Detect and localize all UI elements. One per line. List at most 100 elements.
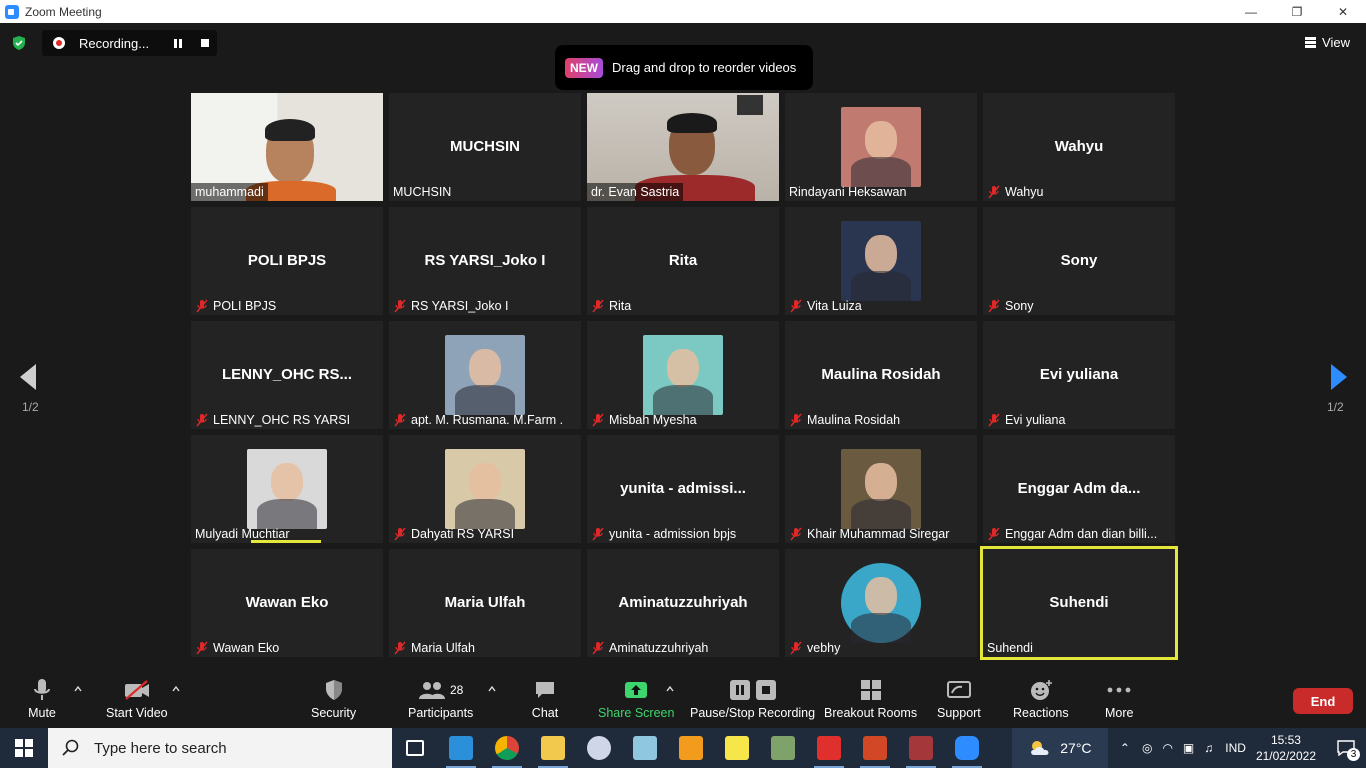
reactions-button[interactable]: Reactions [1013,678,1069,720]
taskbar-search-box[interactable]: Type here to search [48,728,392,768]
maximize-button[interactable]: ❐ [1274,0,1320,23]
network-icon[interactable]: ▣ [1183,741,1194,755]
mic-muted-icon [196,413,208,427]
weather-widget[interactable]: 27°C [1011,728,1108,768]
participant-tile[interactable]: RS YARSI_Joko I RS YARSI_Joko I [389,207,581,315]
wifi-icon[interactable]: ◠ [1162,741,1172,755]
snipping-tool-icon[interactable] [576,728,622,768]
participant-name: MUCHSIN [393,185,452,199]
pause-recording-icon[interactable] [174,39,182,48]
close-button[interactable]: ✕ [1320,0,1366,23]
mic-muted-icon [988,527,1000,541]
participant-name: Misbah Myesha [609,413,697,427]
video-camera-off-icon [124,680,149,700]
participant-tile[interactable]: apt. M. Rusmana. M.Farm . [389,321,581,429]
encryption-shield-icon[interactable] [11,35,27,51]
more-button[interactable]: More [1105,678,1133,720]
mute-button[interactable]: Mute [28,678,56,720]
notepad-icon[interactable] [622,728,668,768]
support-button[interactable]: Support [937,678,981,720]
participant-tile[interactable]: Sony Sony [983,207,1175,315]
tray-meet-icon[interactable]: ◎ [1142,741,1152,755]
profile-picture [841,563,921,643]
windows-taskbar: Type here to search 27°C ⌃ ◎ ◠ ▣ ♫ IND 1… [0,728,1366,768]
participant-name-label: Rita [587,297,635,315]
start-video-button[interactable]: Start Video [106,678,168,720]
mic-muted-icon [790,527,802,541]
mic-muted-icon [790,299,802,313]
participant-tile[interactable]: Rita Rita [587,207,779,315]
chrome-icon[interactable] [484,728,530,768]
system-tray: 27°C ⌃ ◎ ◠ ▣ ♫ IND 15:53 21/02/2022 3 [1011,728,1366,768]
participant-tile[interactable]: yunita - admissi... yunita - admission bp… [587,435,779,543]
participant-name-label: apt. M. Rusmana. M.Farm . [389,411,567,429]
participant-tile[interactable]: Misbah Myesha [587,321,779,429]
participants-icon [418,682,445,699]
participant-tile[interactable]: Enggar Adm da... Enggar Adm dan dian bill… [983,435,1175,543]
zoom-taskbar-icon[interactable] [944,728,990,768]
breakout-rooms-button[interactable]: Breakout Rooms [824,678,917,720]
participant-tile[interactable]: POLI BPJS POLI BPJS [191,207,383,315]
participants-button[interactable]: 28 Participants [408,678,473,720]
security-button[interactable]: Security [311,678,356,720]
participant-tile[interactable]: Khair Muhammad Siregar [785,435,977,543]
view-button[interactable]: View [1305,35,1350,50]
window-title: Zoom Meeting [25,4,102,19]
previous-page-arrow-icon[interactable] [18,362,38,392]
share-screen-button[interactable]: Share Screen [598,678,674,720]
taskbar-clock[interactable]: 15:53 21/02/2022 [1256,732,1316,764]
sublime-text-icon[interactable] [668,728,714,768]
mic-muted-icon [790,413,802,427]
grid-view-icon [1305,37,1317,48]
participant-tile[interactable]: Maria Ulfah Maria Ulfah [389,549,581,657]
notification-center-button[interactable]: 3 [1326,728,1366,768]
participant-tile[interactable]: LENNY_OHC RS... LENNY_OHC RS YARSI [191,321,383,429]
participant-tile[interactable]: Wawan Eko Wawan Eko [191,549,383,657]
end-meeting-button[interactable]: End [1293,688,1353,714]
participant-display-name: Maria Ulfah [444,594,526,611]
video-options-caret-icon[interactable] [172,685,180,693]
participant-tile[interactable]: dr. Evan Sastria [587,93,779,201]
access-icon[interactable] [898,728,944,768]
participant-tile[interactable]: Wahyu Wahyu [983,93,1175,201]
audio-options-caret-icon[interactable] [74,685,82,693]
participant-tile[interactable]: Vita Luiza [785,207,977,315]
file-explorer-icon[interactable] [530,728,576,768]
participant-tile[interactable]: Maulina Rosidah Maulina Rosidah [785,321,977,429]
participant-tile[interactable]: Mulyadi Muchtiar [191,435,383,543]
start-button[interactable] [0,728,48,768]
stop-recording-icon[interactable] [201,39,209,47]
next-page-arrow-icon[interactable] [1329,362,1349,392]
participant-tile[interactable]: Evi yuliana Evi yuliana [983,321,1175,429]
participant-tile[interactable]: muhammadi [191,93,383,201]
chat-button[interactable]: Chat [531,678,559,720]
share-options-caret-icon[interactable] [666,685,674,693]
participants-options-caret-icon[interactable] [488,685,496,693]
volume-icon[interactable]: ♫ [1204,741,1213,755]
participant-tile[interactable]: MUCHSIN MUCHSIN [389,93,581,201]
minimize-button[interactable]: — [1228,0,1274,23]
breakout-rooms-grid-icon [860,680,881,700]
profile-picture [445,335,525,415]
paint-icon[interactable] [760,728,806,768]
participant-name-label: Wawan Eko [191,639,283,657]
pause-stop-recording-button[interactable]: Pause/Stop Recording [690,678,815,720]
vscode-icon[interactable] [438,728,484,768]
participant-name: Mulyadi Muchtiar [195,527,290,541]
language-indicator[interactable]: IND [1225,741,1246,755]
temperature: 27°C [1060,740,1092,756]
anydesk-icon[interactable] [806,728,852,768]
participant-tile[interactable]: Rindayani Heksawan [785,93,977,201]
profile-picture [247,449,327,529]
participant-name: dr. Evan Sastria [591,185,680,199]
reactions-smiley-icon [1030,680,1052,700]
participant-tile[interactable]: Suhendi Suhendi [980,546,1178,660]
participant-tile[interactable]: vebhy [785,549,977,657]
powerpoint-icon[interactable] [852,728,898,768]
task-view-icon[interactable] [392,728,438,768]
sticky-notes-icon[interactable] [714,728,760,768]
participant-tile[interactable]: Aminatuzzuhriyah Aminatuzzuhriyah [587,549,779,657]
share-screen-label: Share Screen [598,706,675,720]
participant-tile[interactable]: Dahyati RS YARSI [389,435,581,543]
tray-chevron-up-icon[interactable]: ⌃ [1120,741,1130,755]
